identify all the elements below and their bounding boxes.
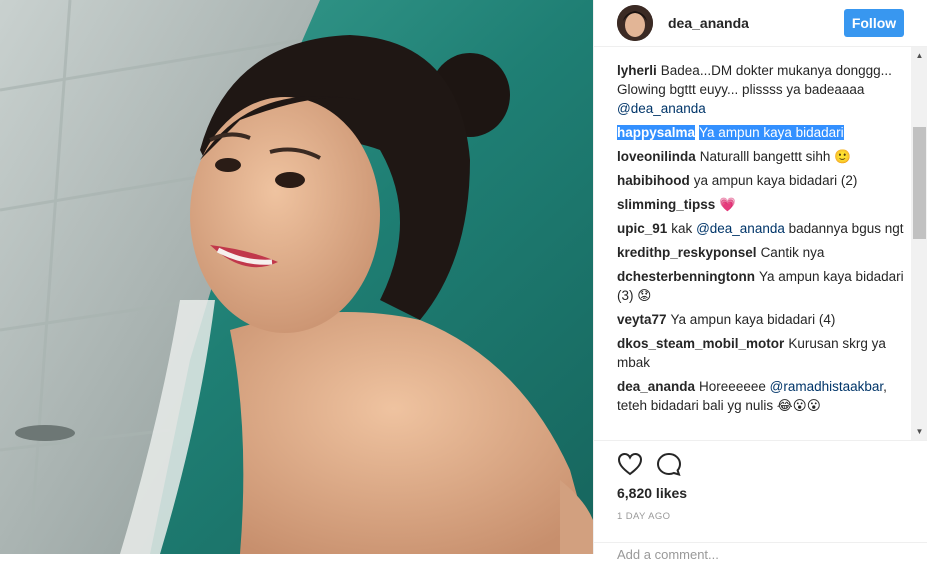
comment: lyherli Badea...DM dokter mukanya donggg.…: [617, 61, 908, 118]
post-side-panel: dea_ananda Follow lyherli Badea...DM dokt…: [593, 0, 927, 562]
post-header: dea_ananda Follow: [594, 0, 927, 47]
comment-text: Horeeeeee: [699, 379, 766, 394]
comment-username[interactable]: upic_91: [617, 221, 667, 236]
comment: habibihood ya ampun kaya bidadari (2): [617, 171, 908, 190]
comment-mention[interactable]: @ramadhistaakbar: [770, 379, 884, 394]
comment-username[interactable]: habibihood: [617, 173, 690, 188]
heart-icon[interactable]: [617, 452, 643, 476]
comment-icon[interactable]: [656, 452, 682, 476]
comment-username[interactable]: slimming_tipss: [617, 197, 715, 212]
post-actions: 6,820 likes 1 DAY AGO Add a comment...: [594, 440, 927, 562]
comment-scrollbar[interactable]: ▲ ▼: [911, 47, 927, 440]
comment-username[interactable]: kredithp_reskyponsel: [617, 245, 757, 260]
comment: veyta77 Ya ampun kaya bidadari (4): [617, 310, 908, 329]
comment-list[interactable]: lyherli Badea...DM dokter mukanya donggg.…: [617, 47, 908, 440]
add-comment-field[interactable]: Add a comment...: [594, 542, 927, 563]
comment-username[interactable]: happysalma: [617, 125, 696, 140]
comment: kredithp_reskyponsel Cantik nya: [617, 243, 908, 262]
comment-username[interactable]: dchesterbenningtonn: [617, 269, 755, 284]
add-comment-placeholder: Add a comment...: [617, 547, 719, 562]
likes-count[interactable]: 6,820 likes: [617, 485, 687, 501]
comment: loveonilinda Naturalll bangettt sihh 🙂: [617, 147, 908, 166]
scroll-thumb[interactable]: [913, 127, 926, 239]
comment-text: Ya ampun kaya bidadari (4): [670, 312, 836, 327]
comment-text: Naturalll bangettt sihh 🙂: [699, 149, 851, 164]
post-timestamp: 1 DAY AGO: [617, 511, 671, 522]
scroll-up-arrow-icon[interactable]: ▲: [911, 47, 927, 64]
comment-text: Badea...DM dokter mukanya donggg... Glow…: [617, 63, 892, 97]
comment-username[interactable]: dkos_steam_mobil_motor: [617, 336, 784, 351]
scroll-down-arrow-icon[interactable]: ▼: [911, 423, 927, 440]
comment-text: Cantik nya: [760, 245, 825, 260]
comment-username[interactable]: loveonilinda: [617, 149, 696, 164]
comment-text: Ya ampun kaya bidadari: [699, 125, 844, 140]
avatar[interactable]: [617, 5, 653, 41]
follow-button[interactable]: Follow: [844, 9, 904, 37]
comment-username[interactable]: lyherli: [617, 63, 657, 78]
comment-text: kak: [671, 221, 693, 236]
comment-text: 💗: [719, 197, 737, 212]
comment-text: ya ampun kaya bidadari (2): [693, 173, 858, 188]
partial-comment: [617, 47, 621, 54]
comment-mention[interactable]: @dea_ananda: [617, 101, 706, 116]
comment-mention[interactable]: @dea_ananda: [696, 221, 785, 236]
comment: upic_91 kak @dea_ananda badannya bgus ngt: [617, 219, 908, 238]
username[interactable]: dea_ananda: [668, 15, 749, 31]
comment: slimming_tipss 💗: [617, 195, 908, 214]
comment: dchesterbenningtonn Ya ampun kaya bidadar…: [617, 267, 908, 305]
post-photo: [0, 0, 593, 554]
comment: happysalma Ya ampun kaya bidadari: [617, 123, 908, 142]
comment-username[interactable]: dea_ananda: [617, 379, 695, 394]
comment: dea_ananda Horeeeeee @ramadhistaakbar, te…: [617, 377, 908, 415]
comment-text-after: badannya bgus ngt: [788, 221, 904, 236]
comment-username[interactable]: veyta77: [617, 312, 667, 327]
comment: dkos_steam_mobil_motor Kurusan skrg ya mb…: [617, 334, 908, 372]
